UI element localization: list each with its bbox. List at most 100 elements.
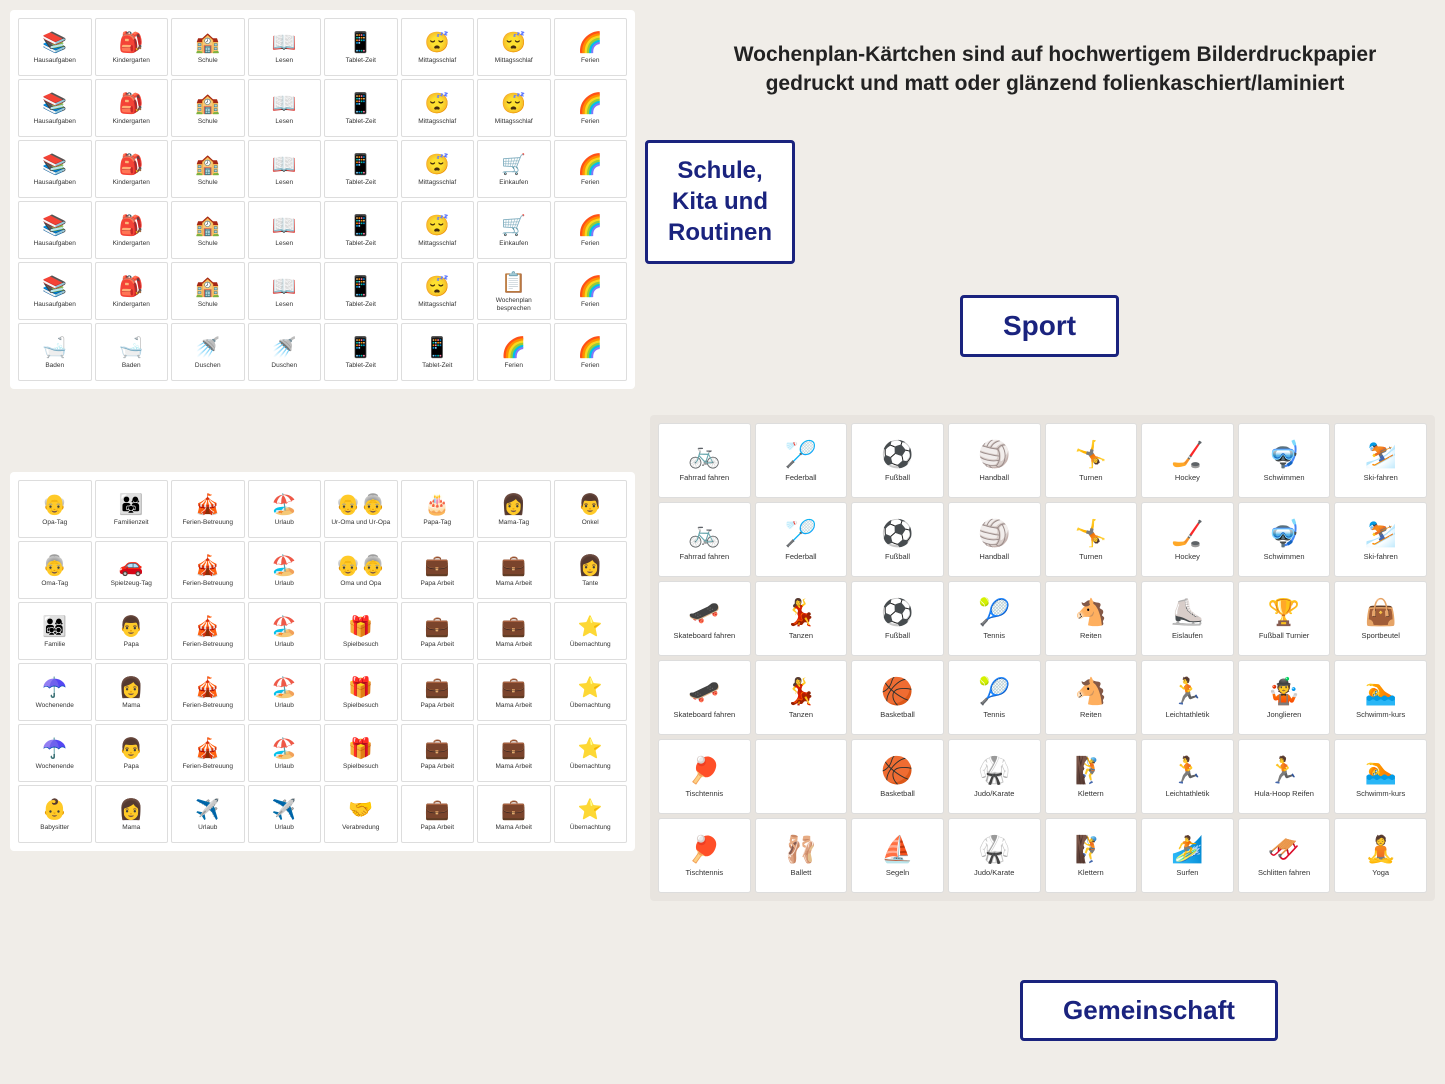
community-card: 💼Mama Arbeit — [477, 541, 551, 599]
school-card: 🚿Duschen — [171, 323, 245, 381]
community-panel: 👴Opa-Tag👨‍👩‍👧Familienzeit🎪Ferien-Betreuu… — [10, 472, 635, 851]
sport-card: 🏊Schwimm-kurs — [1334, 660, 1427, 735]
school-card: 📱Tablet-Zeit — [324, 18, 398, 76]
school-card: 😴Mittagsschlaf — [401, 262, 475, 320]
sport-card: 🤹Jonglieren — [1238, 660, 1331, 735]
school-card: 📱Tablet-Zeit — [401, 323, 475, 381]
community-card: 🎁Spielbesuch — [324, 724, 398, 782]
community-card: ✈️Urlaub — [248, 785, 322, 843]
school-card: 🛒Einkaufen — [477, 140, 551, 198]
community-card: 🎪Ferien-Betreuung — [171, 541, 245, 599]
sport-card: 🤸Turnen — [1045, 502, 1138, 577]
sport-card: ⚽Fußball — [851, 581, 944, 656]
sport-card: 🛷Schlitten fahren — [1238, 818, 1331, 893]
community-card: 🎪Ferien-Betreuung — [171, 602, 245, 660]
school-card: 🎒Kindergarten — [95, 18, 169, 76]
school-card: 📖Lesen — [248, 79, 322, 137]
community-card: 🎁Spielbesuch — [324, 663, 398, 721]
community-card: 👨‍👩‍👧‍👦Familie — [18, 602, 92, 660]
community-card: 💼Papa Arbeit — [401, 724, 475, 782]
sport-card: 🐴Reiten — [1045, 581, 1138, 656]
school-card: 📱Tablet-Zeit — [324, 262, 398, 320]
sport-card: 👜Sportbeutel — [1334, 581, 1427, 656]
sport-card: ⚽Fußball — [851, 502, 944, 577]
school-card: 🌈Ferien — [554, 201, 628, 259]
community-card: ⭐Übernachtung — [554, 602, 628, 660]
sport-card: ⛷️Ski-fahren — [1334, 502, 1427, 577]
sport-card: 🧗Klettern — [1045, 739, 1138, 814]
community-card: 👩Mama-Tag — [477, 480, 551, 538]
school-card: 🏫Schule — [171, 18, 245, 76]
community-card: 👴👵Ur-Oma und Ur-Opa — [324, 480, 398, 538]
sport-card: 🏃Leichtathletik — [1141, 739, 1234, 814]
school-card: 🌈Ferien — [554, 18, 628, 76]
community-card: 🚗Spielzeug-Tag — [95, 541, 169, 599]
schule-label: Schule,Kita undRoutinen — [668, 155, 772, 249]
community-card: 👩Mama — [95, 663, 169, 721]
sport-card: 🏒Hockey — [1141, 502, 1234, 577]
school-card: 🎒Kindergarten — [95, 140, 169, 198]
sport-card: 🏆Fußball Turnier — [1238, 581, 1331, 656]
school-card: 📋Wochenplan besprechen — [477, 262, 551, 320]
sport-card: 🏊Schwimm-kurs — [1334, 739, 1427, 814]
community-card: ✈️Urlaub — [171, 785, 245, 843]
school-card: 📖Lesen — [248, 140, 322, 198]
school-card: 🏫Schule — [171, 140, 245, 198]
school-card: 📚Hausaufgaben — [18, 18, 92, 76]
sport-card: 🤿Schwimmen — [1238, 423, 1331, 498]
school-card: 🏫Schule — [171, 262, 245, 320]
sport-card: 🏃Hula-Hoop Reifen — [1238, 739, 1331, 814]
sport-card: 🏒Hockey — [1141, 423, 1234, 498]
community-card: 🎪Ferien-Betreuung — [171, 724, 245, 782]
school-card: 📱Tablet-Zeit — [324, 140, 398, 198]
community-card: 🏖️Urlaub — [248, 480, 322, 538]
school-card: 🛁Baden — [95, 323, 169, 381]
school-card: 📚Hausaufgaben — [18, 262, 92, 320]
school-card: 😴Mittagsschlaf — [401, 18, 475, 76]
school-card: 🛒Einkaufen — [477, 201, 551, 259]
sport-card: 🤿Schwimmen — [1238, 502, 1331, 577]
sport-card: ⛷️Ski-fahren — [1334, 423, 1427, 498]
community-card: 💼Papa Arbeit — [401, 785, 475, 843]
school-card: 🎒Kindergarten — [95, 262, 169, 320]
school-card: 🌈Ferien — [477, 323, 551, 381]
sport-card: 🎾Tennis — [948, 581, 1041, 656]
sport-card — [755, 739, 848, 814]
sport-card: 🤸Turnen — [1045, 423, 1138, 498]
school-card: 🚿Duschen — [248, 323, 322, 381]
school-card: 😴Mittagsschlaf — [477, 79, 551, 137]
school-card: 📚Hausaufgaben — [18, 79, 92, 137]
community-card: ☂️Wochenende — [18, 663, 92, 721]
school-card: 🌈Ferien — [554, 323, 628, 381]
community-card: 💼Papa Arbeit — [401, 602, 475, 660]
community-card: ⭐Übernachtung — [554, 785, 628, 843]
school-card: 😴Mittagsschlaf — [477, 18, 551, 76]
community-card: 🏖️Urlaub — [248, 602, 322, 660]
community-card: 💼Mama Arbeit — [477, 785, 551, 843]
community-card: 🎪Ferien-Betreuung — [171, 480, 245, 538]
community-card: 👴👵Oma und Opa — [324, 541, 398, 599]
community-card: 💼Mama Arbeit — [477, 663, 551, 721]
description-text: Wochenplan-Kärtchen sind auf hochwertige… — [680, 20, 1430, 119]
sport-card: 🥋Judo/Karate — [948, 739, 1041, 814]
community-card: 👨‍👩‍👧Familienzeit — [95, 480, 169, 538]
community-card: ⭐Übernachtung — [554, 663, 628, 721]
community-card: 💼Papa Arbeit — [401, 541, 475, 599]
community-card: 🎪Ferien-Betreuung — [171, 663, 245, 721]
sport-card: 🏄Surfen — [1141, 818, 1234, 893]
community-card: 👨Papa — [95, 602, 169, 660]
sport-card: 🏐Handball — [948, 502, 1041, 577]
school-card: 😴Mittagsschlaf — [401, 201, 475, 259]
school-card: 😴Mittagsschlaf — [401, 140, 475, 198]
community-card: 👨Onkel — [554, 480, 628, 538]
school-card: 📖Lesen — [248, 201, 322, 259]
sport-card: 🧗Klettern — [1045, 818, 1138, 893]
community-card: 💼Papa Arbeit — [401, 663, 475, 721]
sport-card: 🩰Ballett — [755, 818, 848, 893]
community-card: 🏖️Urlaub — [248, 541, 322, 599]
community-card: 🏖️Urlaub — [248, 663, 322, 721]
sport-card: 🥋Judo/Karate — [948, 818, 1041, 893]
sport-card: 🚲Fahrrad fahren — [658, 423, 751, 498]
community-card: 👶Babysitter — [18, 785, 92, 843]
sport-card: 🛹Skateboard fahren — [658, 660, 751, 735]
